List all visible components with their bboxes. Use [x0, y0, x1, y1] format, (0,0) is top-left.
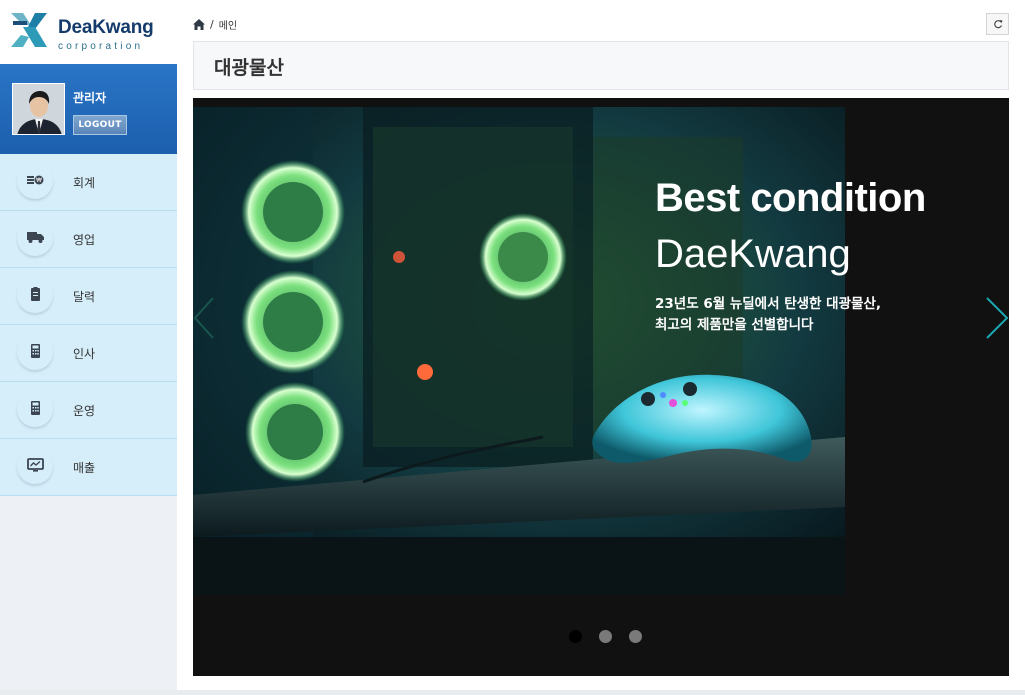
logo[interactable]: DeaKwang corporation: [0, 0, 177, 64]
carousel-next-arrow-icon[interactable]: [985, 296, 1009, 340]
breadcrumb-current: 메인: [218, 20, 238, 32]
logo-mark-icon: [11, 13, 47, 47]
slide-caption: Best condition DaeKwang 23년도 6월 뉴딜에서 탄생한…: [655, 98, 1009, 676]
monitor-icon: [27, 458, 44, 472]
user-profile: 관리자 LOGOUT: [0, 64, 177, 154]
page-title: 대광물산: [214, 57, 284, 79]
sidebar-item-label: 운영: [73, 404, 96, 418]
refresh-button[interactable]: [986, 13, 1009, 35]
menu-icon-circle: [17, 334, 53, 370]
carousel-indicators: [569, 630, 642, 643]
avatar: [12, 83, 65, 135]
user-name: 관리자: [73, 91, 107, 105]
sidebar-item-operations[interactable]: 운영: [0, 382, 177, 439]
bottom-divider: [0, 690, 1025, 695]
sidebar: DeaKwang corporation 관리자 LOGOUT ₩ 회계 영업 …: [0, 0, 177, 695]
logout-button[interactable]: LOGOUT: [73, 115, 127, 135]
sidebar-item-sales[interactable]: 영업: [0, 211, 177, 268]
menu-icon-circle: [17, 391, 53, 427]
carousel-dot[interactable]: [599, 630, 612, 643]
calculator-icon: [31, 401, 40, 415]
menu-icon-circle: [17, 448, 53, 484]
page-title-box: 대광물산: [193, 41, 1009, 90]
carousel-prev-arrow-icon[interactable]: [193, 296, 217, 340]
refresh-icon: [994, 20, 1003, 29]
carousel-dot[interactable]: [569, 630, 582, 643]
sidebar-item-accounting[interactable]: ₩ 회계: [0, 154, 177, 211]
brand-name: DeaKwang: [58, 17, 154, 38]
clipboard-icon: [31, 287, 40, 301]
breadcrumb-separator: /: [210, 17, 214, 31]
sidebar-item-label: 영업: [73, 233, 96, 247]
sidebar-item-calendar[interactable]: 달력: [0, 268, 177, 325]
home-icon[interactable]: [193, 18, 205, 30]
hero-carousel: Best condition DaeKwang 23년도 6월 뉴딜에서 탄생한…: [193, 98, 1009, 676]
accounting-icon: ₩: [27, 175, 44, 185]
sidebar-item-label: 인사: [73, 347, 96, 361]
sidebar-menu: ₩ 회계 영업 달력 인사 운영 매출: [0, 154, 177, 496]
brand-tagline: corporation: [58, 41, 144, 52]
svg-text:₩: ₩: [36, 177, 42, 184]
slide-heading: Best condition: [655, 176, 926, 220]
sidebar-item-label: 매출: [73, 461, 96, 475]
sidebar-item-hr[interactable]: 인사: [0, 325, 177, 382]
menu-icon-circle: [17, 277, 53, 313]
breadcrumb: / 메인: [193, 16, 237, 32]
sidebar-item-label: 달력: [73, 290, 96, 304]
menu-icon-circle: [17, 220, 53, 256]
menu-icon-circle: ₩: [17, 163, 53, 199]
slide-description-line: 23년도 6월 뉴딜에서 탄생한 대광물산,: [655, 296, 881, 312]
avatar-photo: [13, 84, 64, 134]
sidebar-item-label: 회계: [73, 176, 96, 190]
calculator-icon: [31, 344, 40, 358]
carousel-dot[interactable]: [629, 630, 642, 643]
slide-description-line: 최고의 제품만을 선별합니다: [655, 317, 814, 333]
sidebar-item-revenue[interactable]: 매출: [0, 439, 177, 496]
slide-description: 23년도 6월 뉴딜에서 탄생한 대광물산, 최고의 제품만을 선별합니다: [655, 294, 881, 336]
truck-icon: [27, 232, 44, 243]
app-root: DeaKwang corporation 관리자 LOGOUT ₩ 회계 영업 …: [0, 0, 1025, 695]
slide-subheading: DaeKwang: [655, 232, 851, 276]
